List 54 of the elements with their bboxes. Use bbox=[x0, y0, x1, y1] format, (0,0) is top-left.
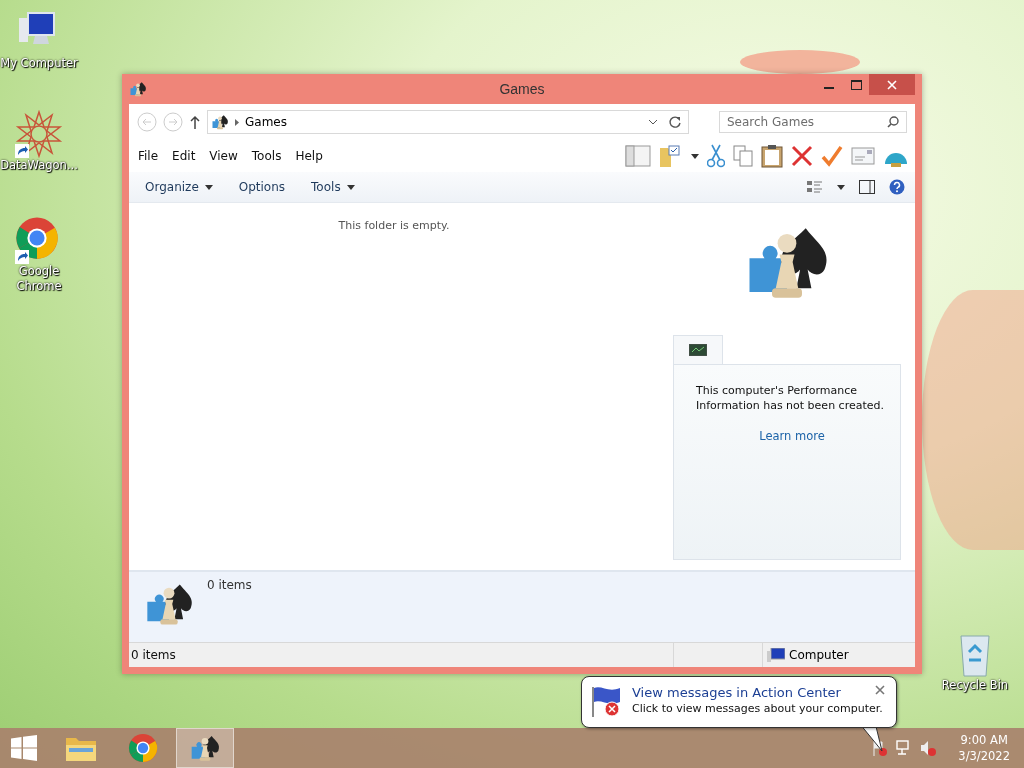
games-icon bbox=[129, 80, 147, 98]
dropdown-chevron-icon[interactable] bbox=[648, 118, 658, 126]
menu-item[interactable]: View bbox=[202, 149, 245, 163]
search-icon bbox=[887, 116, 899, 128]
folder-check-icon[interactable] bbox=[659, 144, 683, 168]
command-button[interactable]: Tools bbox=[305, 176, 361, 198]
command-button[interactable]: Options bbox=[232, 176, 292, 198]
checkmark-icon[interactable] bbox=[821, 145, 843, 167]
help-icon[interactable] bbox=[889, 179, 905, 195]
games-icon bbox=[211, 113, 229, 131]
window-title: Games bbox=[498, 81, 546, 97]
chrome-icon bbox=[15, 216, 59, 260]
close-icon bbox=[875, 685, 885, 695]
taskbar-app-button[interactable] bbox=[176, 728, 234, 768]
search-field[interactable]: Search Games bbox=[719, 111, 907, 133]
notification-title: View messages in Action Center bbox=[632, 685, 841, 700]
menu-item[interactable]: File bbox=[131, 149, 166, 163]
minimize-icon bbox=[824, 87, 834, 89]
star-pattern-icon bbox=[15, 110, 63, 158]
maximize-icon bbox=[850, 79, 862, 90]
menu-item[interactable]: Help bbox=[288, 149, 330, 163]
view-list-icon[interactable] bbox=[807, 180, 823, 194]
preview-pane-icon[interactable] bbox=[859, 180, 875, 194]
refresh-icon[interactable] bbox=[668, 115, 682, 129]
clipboard-icon[interactable] bbox=[761, 144, 783, 168]
address-bar[interactable]: Games bbox=[207, 110, 689, 134]
windows-logo-icon bbox=[11, 735, 37, 761]
chevron-icon bbox=[235, 118, 239, 126]
envelope-icon[interactable] bbox=[851, 147, 875, 165]
close-button[interactable] bbox=[874, 683, 886, 695]
caret-icon bbox=[691, 153, 699, 159]
computer-icon bbox=[767, 648, 785, 662]
scissors-icon[interactable] bbox=[707, 144, 725, 168]
menu-item[interactable]: Tools bbox=[244, 149, 289, 163]
performance-message: This computer's Performance Information has not been created. bbox=[696, 383, 885, 413]
chrome-icon bbox=[128, 733, 158, 763]
status-location: Computer bbox=[789, 648, 849, 662]
command-button[interactable]: Organize bbox=[139, 176, 219, 198]
performance-tab[interactable] bbox=[673, 335, 723, 364]
learn-more-link[interactable]: Learn more bbox=[759, 429, 825, 443]
delete-x-icon[interactable] bbox=[791, 145, 813, 167]
copy-icon[interactable] bbox=[733, 145, 753, 167]
empty-folder-message: This folder is empty. bbox=[338, 219, 450, 233]
notification-balloon[interactable]: View messages in Action Center Click to view messages about your computer. bbox=[581, 676, 897, 728]
notification-message: Click to view messages about your computer. bbox=[632, 702, 883, 715]
menu-item[interactable]: Edit bbox=[165, 149, 203, 163]
speaker-muted-icon[interactable] bbox=[920, 740, 937, 756]
breadcrumb[interactable]: Games bbox=[245, 115, 287, 129]
close-icon bbox=[887, 79, 897, 90]
caret-icon bbox=[837, 184, 845, 190]
monitor-icon bbox=[689, 344, 707, 356]
status-item-count: 0 items bbox=[130, 648, 177, 662]
up-arrow-icon[interactable] bbox=[189, 115, 201, 129]
item-count: 0 items bbox=[207, 578, 252, 594]
